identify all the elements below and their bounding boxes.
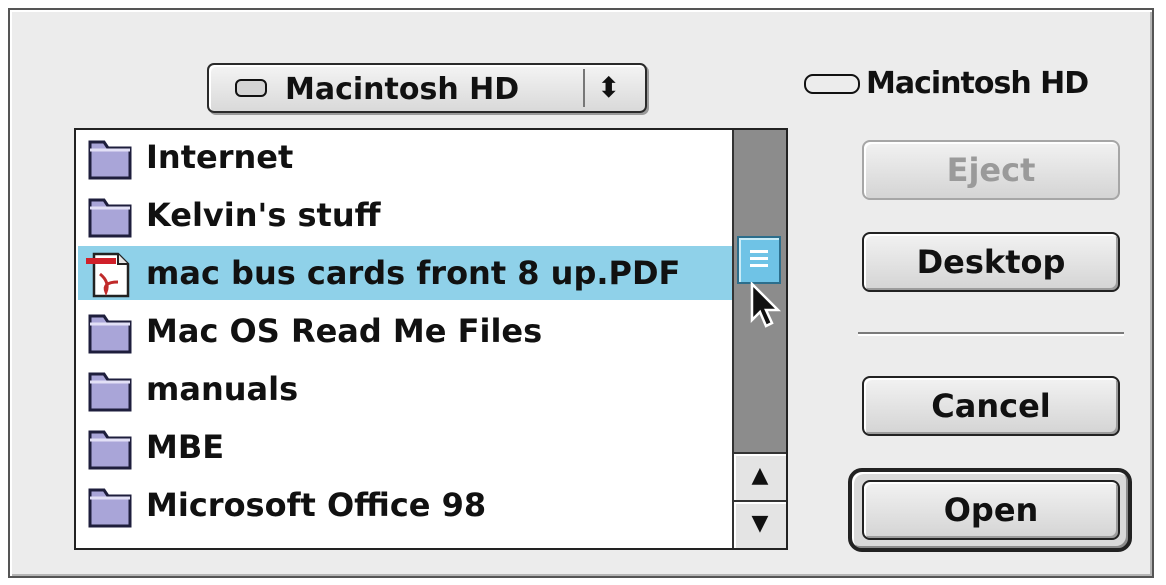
folder-icon — [88, 140, 132, 180]
list-item-manuals[interactable]: manuals — [78, 362, 732, 416]
grip-line — [750, 257, 768, 260]
list-item-internet[interactable]: Internet — [78, 130, 732, 184]
folder-icon — [88, 488, 132, 528]
list-item-label: Microsoft Office 98 — [146, 486, 487, 524]
up-arrow-icon: ▲ — [751, 463, 769, 488]
list-item-label: Internet — [146, 138, 294, 176]
list-item-mbe[interactable]: MBE — [78, 420, 732, 474]
scroll-thumb[interactable] — [737, 236, 781, 284]
list-item-label: Mac OS Read Me Files — [146, 312, 543, 350]
list-item-label: manuals — [146, 370, 299, 408]
vertical-scrollbar[interactable]: ▲ ▼ — [732, 130, 786, 548]
scroll-down-button[interactable]: ▼ — [734, 500, 786, 548]
volume-popup-menu[interactable]: Macintosh HD ⬍ — [207, 63, 647, 113]
grip-line — [750, 264, 768, 267]
scroll-up-button[interactable]: ▲ — [734, 452, 786, 500]
list-item-microsoft-office-98[interactable]: Microsoft Office 98 — [78, 478, 732, 532]
cancel-button[interactable]: Cancel — [862, 376, 1120, 436]
list-item-kelvins-stuff[interactable]: Kelvin's stuff — [78, 188, 732, 242]
list-item-label: mac bus cards front 8 up.PDF — [146, 254, 681, 292]
open-file-dialog: Macintosh HD ⬍ Internet Kelvin's stuff m… — [8, 8, 1154, 578]
volume-name: Macintosh HD — [866, 66, 1089, 101]
hard-disk-icon — [804, 74, 860, 94]
down-arrow-icon: ▼ — [751, 511, 769, 536]
grip-line — [750, 250, 768, 253]
list-item-mac-os-read-me-files[interactable]: Mac OS Read Me Files — [78, 304, 732, 358]
folder-icon — [88, 430, 132, 470]
desktop-button[interactable]: Desktop — [862, 232, 1120, 292]
pdf-document-icon — [86, 252, 130, 298]
open-button[interactable]: Open — [862, 480, 1120, 540]
volume-popup-label: Macintosh HD — [285, 72, 520, 107]
eject-button[interactable]: Eject — [862, 140, 1120, 200]
folder-icon — [88, 372, 132, 412]
up-down-arrows-icon: ⬍ — [597, 71, 621, 104]
mouse-pointer-icon — [750, 282, 782, 328]
button-separator — [858, 332, 1124, 334]
folder-icon — [88, 198, 132, 238]
list-item-label: Kelvin's stuff — [146, 196, 381, 234]
folder-icon — [88, 314, 132, 354]
list-item-label: MBE — [146, 428, 225, 466]
popup-divider — [583, 69, 585, 107]
list-item-mac-bus-cards-pdf[interactable]: mac bus cards front 8 up.PDF — [78, 246, 732, 300]
hard-disk-icon — [235, 79, 267, 97]
file-list[interactable]: Internet Kelvin's stuff mac bus cards fr… — [74, 128, 788, 550]
